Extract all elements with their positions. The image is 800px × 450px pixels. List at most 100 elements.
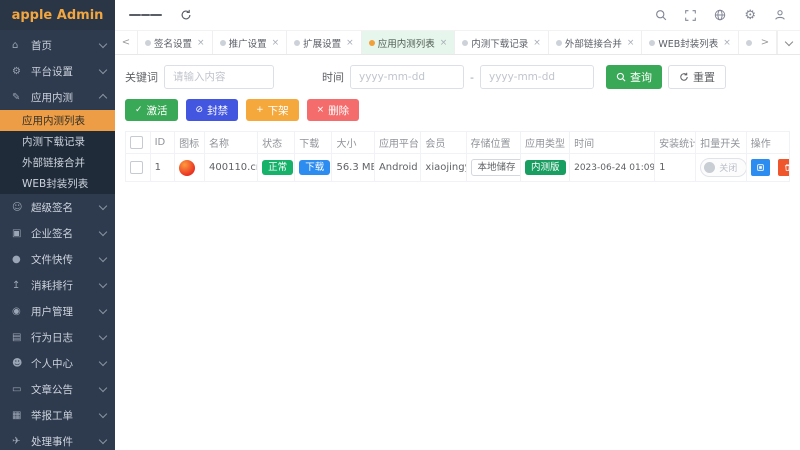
- tab-extension-settings[interactable]: 扩展设置 ×: [287, 31, 362, 54]
- cell-time: 2023-06-24 01:09:11: [570, 154, 655, 182]
- tab-external-link-merge[interactable]: 外部链接合并 ×: [549, 31, 643, 54]
- sidebar-item-enterprise-signature[interactable]: ▣ 企业签名: [0, 220, 115, 246]
- sidebar-item-external-link-merge[interactable]: 外部链接合并: [0, 152, 115, 173]
- app-beta-submenu: 应用内测列表 内测下载记录 外部链接合并 WEB封装列表: [0, 110, 115, 194]
- app-type-badge: 内测版: [525, 160, 566, 176]
- time-label: 时间: [322, 69, 344, 85]
- search-button[interactable]: 查询: [606, 65, 662, 89]
- app-logo-icon: [179, 160, 195, 176]
- search-icon[interactable]: [655, 9, 667, 21]
- sidebar-item-user-management[interactable]: ◉ 用户管理: [0, 298, 115, 324]
- close-icon[interactable]: ×: [440, 38, 448, 48]
- paperclip-icon: ✎: [12, 92, 27, 103]
- send-icon: ✈: [12, 436, 27, 447]
- tab-bar: < 签名设置 × 推广设置 × 扩展设置 ×: [115, 30, 800, 55]
- col-size: 大小: [332, 132, 374, 154]
- download-badge[interactable]: 下载: [299, 160, 330, 176]
- sidebar-item-beta-download-records[interactable]: 内测下载记录: [0, 131, 115, 152]
- tabs-scroll-left[interactable]: <: [115, 31, 138, 54]
- keyword-input[interactable]: [164, 65, 274, 89]
- trash-icon: [784, 163, 790, 172]
- delete-bulk-button[interactable]: × 删除: [307, 99, 360, 121]
- chevron-down-icon: [99, 410, 107, 418]
- topbar-right-icons: ⚙: [655, 9, 786, 22]
- activate-button[interactable]: ✓ 激活: [125, 99, 178, 121]
- fullscreen-icon[interactable]: [685, 10, 696, 21]
- reset-button[interactable]: 重置: [668, 65, 726, 89]
- sidebar-item-consumption-rank[interactable]: ↥ 消耗排行: [0, 272, 115, 298]
- close-icon[interactable]: ×: [627, 38, 635, 48]
- refresh-icon[interactable]: [180, 9, 192, 21]
- sidebar-item-report-tickets[interactable]: ▦ 举报工单: [0, 402, 115, 428]
- sidebar-item-platform-settings[interactable]: ⚙ 平台设置: [0, 58, 115, 84]
- tab-dot: [556, 40, 562, 46]
- main-area: ⚙ < 签名设置 × 推广设置 ×: [115, 0, 800, 450]
- sidebar-item-handle-events[interactable]: ✈ 处理事件: [0, 428, 115, 450]
- sidebar-item-behavior-log[interactable]: ▤ 行为日志: [0, 324, 115, 350]
- col-name: 名称: [205, 132, 258, 154]
- deduct-toggle[interactable]: 关闭: [700, 158, 746, 177]
- gear-icon: ⚙: [12, 66, 27, 77]
- close-icon[interactable]: ×: [197, 38, 205, 48]
- tab-web-package-list[interactable]: WEB封装列表 ×: [642, 31, 738, 54]
- app-root: apple Admin ⌂ 首页 ⚙ 平台设置 ✎ 应用内测 应用内测列表 内测…: [0, 0, 800, 450]
- toggle-knob: [704, 162, 715, 173]
- close-icon[interactable]: ×: [346, 38, 354, 48]
- chevron-down-icon: [99, 40, 107, 48]
- close-icon: ×: [317, 105, 325, 115]
- sidebar-item-app-beta[interactable]: ✎ 应用内测: [0, 84, 115, 110]
- chevron-down-icon: [99, 358, 107, 366]
- user-avatar-icon[interactable]: [774, 9, 786, 21]
- table-header-row: ID 图标 名称 状态 下载 大小 应用平台 会员 存储位置 应用类型 时间 安…: [126, 132, 790, 154]
- tab-beta-download-records[interactable]: 内测下载记录 ×: [455, 31, 549, 54]
- tab-app-beta-list[interactable]: 应用内测列表 ×: [362, 31, 456, 54]
- sidebar-nav: ⌂ 首页 ⚙ 平台设置 ✎ 应用内测 应用内测列表 内测下载记录 外部链接合并 …: [0, 30, 115, 450]
- tab-dot: [220, 40, 226, 46]
- chevron-down-icon: [99, 332, 107, 340]
- date-end-input[interactable]: [480, 65, 594, 89]
- keyword-label: 关键词: [125, 69, 158, 85]
- row-checkbox[interactable]: [130, 161, 143, 174]
- ban-button[interactable]: ⊘ 封禁: [186, 99, 239, 121]
- cell-id: 1: [150, 154, 175, 182]
- collapse-menu-icon[interactable]: [129, 12, 162, 19]
- ticket-icon: ▦: [12, 410, 27, 421]
- col-storage: 存储位置: [466, 132, 520, 154]
- takedown-button[interactable]: + 下架: [246, 99, 299, 121]
- chevron-down-icon: [99, 228, 107, 236]
- sidebar-item-web-package-list[interactable]: WEB封装列表: [0, 173, 115, 194]
- language-globe-icon[interactable]: [714, 9, 726, 21]
- tab-super-sign-list[interactable]: 超级签列表 ×: [739, 31, 754, 54]
- data-table: ID 图标 名称 状态 下载 大小 应用平台 会员 存储位置 应用类型 时间 安…: [125, 131, 790, 182]
- profile-icon: ☻: [12, 358, 27, 369]
- tabs-scroll-area: 签名设置 × 推广设置 × 扩展设置 × 应用内测列表 ×: [138, 31, 754, 54]
- cell-installs: 1: [655, 154, 696, 182]
- sidebar-item-home[interactable]: ⌂ 首页: [0, 32, 115, 58]
- sidebar-item-profile-center[interactable]: ☻ 个人中心: [0, 350, 115, 376]
- chevron-down-icon: [99, 280, 107, 288]
- file-icon: ●: [12, 254, 27, 265]
- tab-signature-settings[interactable]: 签名设置 ×: [138, 31, 213, 54]
- qrcode-button[interactable]: [751, 159, 770, 176]
- tabs-menu-dropdown[interactable]: [777, 31, 800, 54]
- settings-gear-icon[interactable]: ⚙: [744, 9, 756, 22]
- cell-size: 56.3 MB: [332, 154, 374, 182]
- select-all-checkbox[interactable]: [130, 136, 143, 149]
- sidebar-item-file-transfer[interactable]: ● 文件快传: [0, 246, 115, 272]
- date-start-input[interactable]: [350, 65, 464, 89]
- sidebar-item-super-signature[interactable]: ☺ 超级签名: [0, 194, 115, 220]
- plus-icon: +: [256, 105, 264, 115]
- close-icon[interactable]: ×: [533, 38, 541, 48]
- tab-dot: [746, 40, 752, 46]
- col-status: 状态: [258, 132, 295, 154]
- tab-promotion-settings[interactable]: 推广设置 ×: [213, 31, 288, 54]
- close-icon[interactable]: ×: [723, 38, 731, 48]
- close-icon[interactable]: ×: [272, 38, 280, 48]
- tabs-scroll-right[interactable]: >: [754, 31, 777, 54]
- sidebar-item-app-beta-list[interactable]: 应用内测列表: [0, 110, 115, 131]
- sidebar-item-announcements[interactable]: ▭ 文章公告: [0, 376, 115, 402]
- top-bar: ⚙: [115, 0, 800, 30]
- app-logo: apple Admin: [0, 0, 115, 30]
- delete-button[interactable]: [778, 159, 790, 176]
- edit-square-icon: ▣: [12, 228, 27, 239]
